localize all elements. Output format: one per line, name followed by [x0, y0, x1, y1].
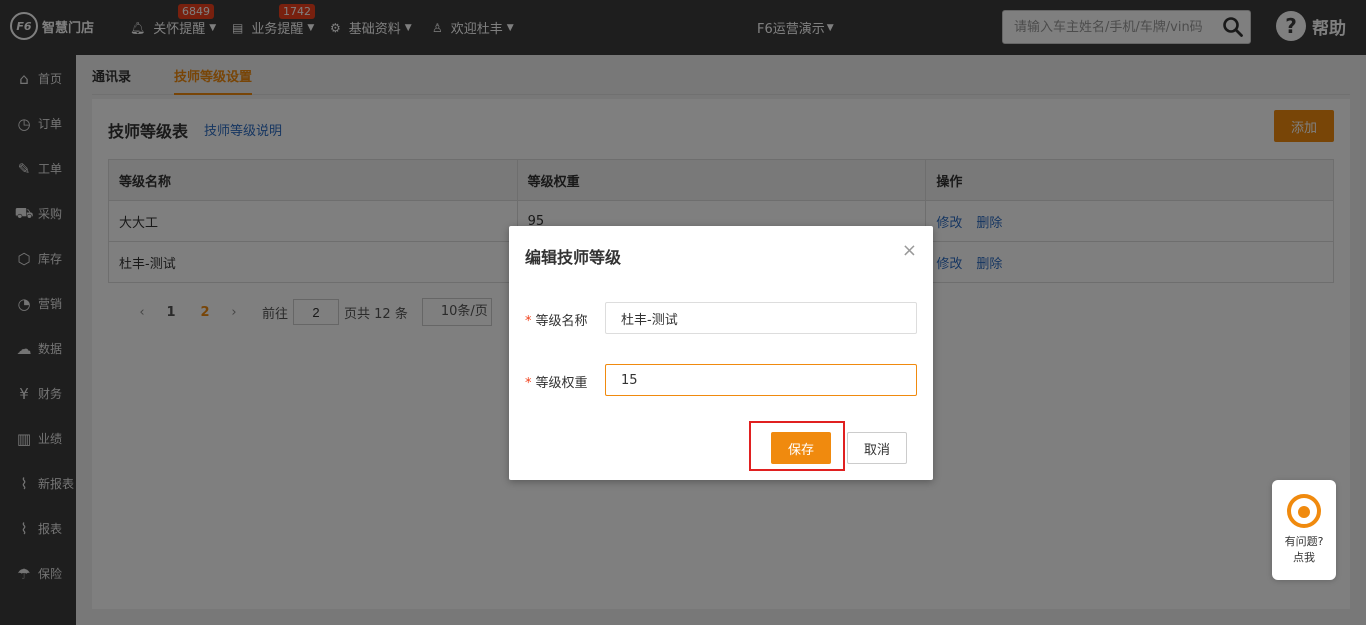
support-text-line2: 点我 — [1293, 551, 1315, 564]
name-label-text: 等级名称 — [535, 314, 588, 329]
cancel-button[interactable]: 取消 — [847, 432, 907, 464]
weight-field-label: * 等级权重 — [525, 372, 588, 391]
required-mark: * — [525, 376, 532, 391]
name-field-label: * 等级名称 — [525, 310, 588, 329]
support-widget[interactable]: 有问题? 点我 — [1272, 480, 1336, 580]
required-mark: * — [525, 314, 532, 329]
dialog-title: 编辑技师等级 — [525, 248, 622, 267]
close-icon[interactable]: × — [902, 240, 917, 261]
weight-label-text: 等级权重 — [535, 376, 588, 391]
support-agent-icon — [1287, 494, 1321, 528]
support-text-line1: 有问题? — [1284, 535, 1324, 548]
edit-level-dialog: 编辑技师等级 × *等级名称 *等级权重 保存 取消 — [509, 226, 933, 480]
save-button[interactable]: 保存 — [771, 432, 831, 464]
level-weight-field[interactable] — [605, 364, 917, 396]
level-name-field[interactable] — [605, 302, 917, 334]
